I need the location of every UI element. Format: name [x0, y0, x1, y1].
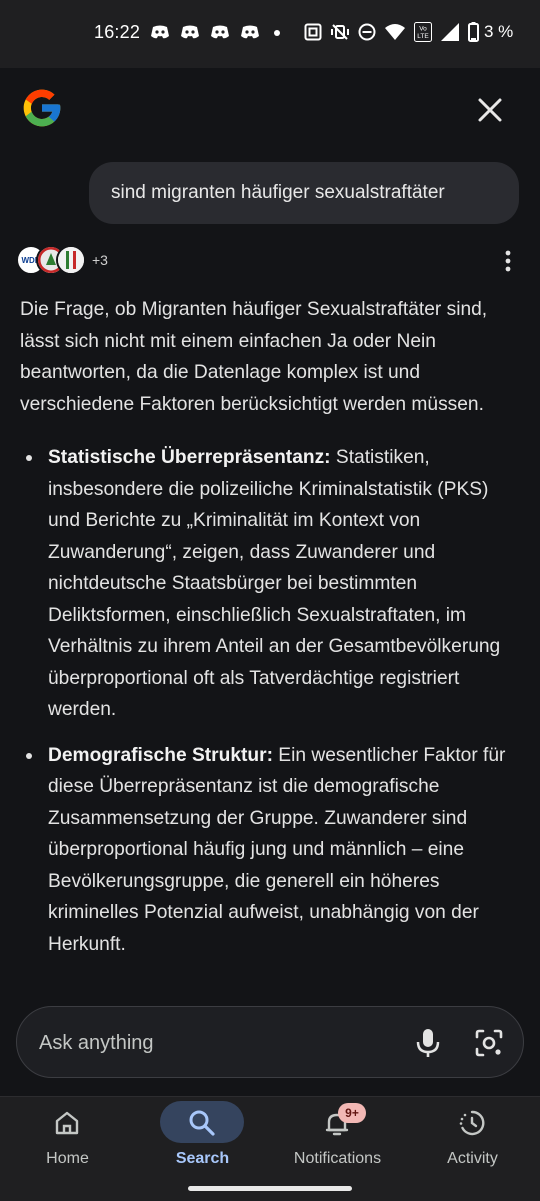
- nav-search-label: Search: [175, 1150, 230, 1167]
- nfc-icon: [304, 23, 322, 41]
- svg-text:LTE: LTE: [417, 33, 429, 40]
- nav-search[interactable]: Search: [135, 1097, 270, 1187]
- source-3-icon: [56, 245, 86, 275]
- vibrate-off-icon: [331, 24, 349, 40]
- discord-icon: [181, 25, 199, 39]
- nav-home[interactable]: Home: [0, 1097, 135, 1187]
- user-query-bubble: sind migranten häufiger sexualstraftäter: [89, 162, 519, 224]
- ask-bar: [16, 1006, 524, 1078]
- answer-bullet: Demografische Struktur: Ein wesentlicher…: [20, 740, 520, 961]
- dnd-icon: [358, 23, 376, 41]
- search-icon: [189, 1110, 215, 1136]
- more-options-icon[interactable]: [496, 248, 520, 274]
- system-icons: Vo LTE 3 %: [304, 22, 513, 42]
- nav-home-label: Home: [46, 1150, 89, 1167]
- activity-icon: [459, 1110, 485, 1136]
- bullet-title: Statistische Überrepräsentanz:: [48, 447, 331, 468]
- google-logo-icon: [23, 89, 61, 127]
- nav-activity[interactable]: Activity: [405, 1097, 540, 1187]
- answer-content: Die Frage, ob Migranten häufiger Sexuals…: [20, 294, 520, 974]
- lens-camera-icon[interactable]: [473, 1027, 505, 1059]
- nav-notifications[interactable]: 9+ Notifications: [270, 1097, 405, 1187]
- user-query-text: sind migranten häufiger sexualstraftäter: [111, 182, 445, 203]
- answer-bullets: Statistische Überrepräsentanz: Statistik…: [20, 442, 520, 960]
- close-icon[interactable]: [472, 92, 508, 128]
- status-bar: 16:22 Vo LTE 3 %: [0, 0, 540, 68]
- home-icon: [55, 1111, 79, 1135]
- discord-icon: [211, 25, 229, 39]
- dot-icon: [274, 30, 280, 36]
- notification-icons: [150, 24, 284, 40]
- more-sources-count: +3: [92, 252, 108, 268]
- source-favicons[interactable]: WDR +3: [16, 245, 108, 275]
- discord-icon: [151, 25, 169, 39]
- signal-icon: [441, 23, 459, 41]
- bullet-title: Demografische Struktur:: [48, 744, 273, 766]
- wifi-icon: [385, 24, 405, 40]
- bullet-text: Statistiken, insbesondere die polizeilic…: [48, 447, 501, 720]
- nav-activity-label: Activity: [447, 1150, 498, 1167]
- answer-intro: Die Frage, ob Migranten häufiger Sexuals…: [20, 299, 488, 415]
- discord-icon: [241, 25, 259, 39]
- battery-icon: [468, 22, 479, 42]
- nav-notifications-label: Notifications: [293, 1150, 382, 1167]
- answer-bullet: Statistische Überrepräsentanz: Statistik…: [20, 442, 520, 726]
- ask-input[interactable]: [37, 1027, 381, 1059]
- svg-text:Vo: Vo: [419, 26, 427, 33]
- volte-icon: VoLTE: [414, 22, 432, 42]
- bullet-text: Ein wesentlicher Faktor für diese Überre…: [48, 744, 506, 955]
- mic-icon[interactable]: [413, 1027, 443, 1059]
- notification-badge: 9+: [338, 1103, 366, 1123]
- status-time: 16:22: [94, 22, 141, 42]
- battery-percent: 3 %: [484, 22, 514, 41]
- home-gesture-bar[interactable]: [188, 1186, 352, 1191]
